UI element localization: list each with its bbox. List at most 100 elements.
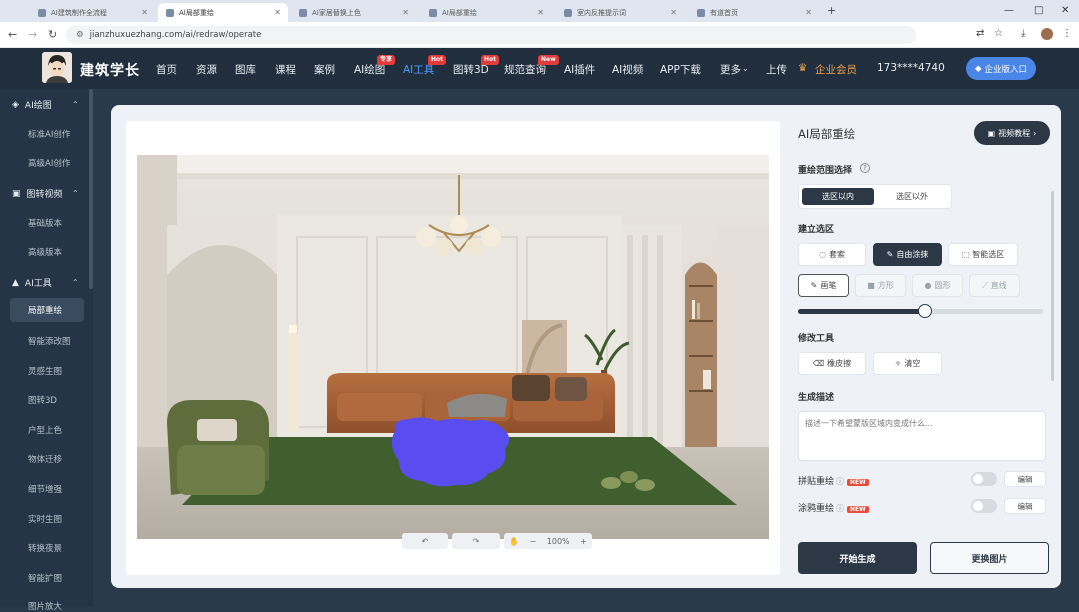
sidebar-item-realtime[interactable]: 实时生图 <box>28 513 62 525</box>
pan-hand-icon[interactable]: ✋ <box>509 537 519 546</box>
generate-button[interactable]: 开始生成 <box>798 542 917 574</box>
sidebar-group-ai-tools[interactable]: ▲ AI工具 ⌃ <box>12 276 82 290</box>
nav-upload[interactable]: 上传 <box>766 62 787 77</box>
room-image[interactable] <box>137 155 769 539</box>
doodle-edit-button[interactable]: 编辑 <box>1004 498 1046 514</box>
video-tutorial-button[interactable]: ▣ 视频教程 › <box>974 121 1050 145</box>
nav-home[interactable]: 首页 <box>156 62 177 77</box>
sidebar-item-object-transfer[interactable]: 物体迁移 <box>28 453 62 465</box>
sidebar-item-image-to-3d[interactable]: 图转3D <box>28 394 57 406</box>
help-icon[interactable]: ⓘ <box>836 504 844 513</box>
zoom-out-icon[interactable]: − <box>530 537 537 546</box>
nav-courses[interactable]: 课程 <box>275 62 296 77</box>
bookmark-star-icon[interactable]: ☆ <box>994 28 1003 39</box>
help-icon[interactable]: ⓘ <box>836 477 844 486</box>
vip-link[interactable]: 企业会员 <box>815 62 857 77</box>
sidebar-scrollbar[interactable] <box>89 89 93 289</box>
editor-canvas[interactable]: ↶ ↷ ✋ − 100% + <box>126 121 780 575</box>
vip-crown-icon: ♛ <box>798 62 808 74</box>
site-info-icon[interactable]: ⚙ <box>76 30 84 40</box>
reload-icon[interactable]: ↻ <box>48 28 57 41</box>
url-field[interactable]: ⚙ jianzhuxuezhang.com/ai/redraw/operate <box>66 26 916 44</box>
nav-more[interactable]: 更多 <box>720 62 741 77</box>
sidebar-item-smart-edit[interactable]: 智能添改图 <box>28 335 71 347</box>
undo-icon[interactable]: ↶ <box>402 533 448 549</box>
sidebar-group-image-to-video[interactable]: ▣ 图转视频 ⌃ <box>12 187 82 201</box>
sidebar-item-basic-version[interactable]: 基础版本 <box>28 217 62 229</box>
sidebar-item-advanced-version[interactable]: 高级版本 <box>28 246 62 258</box>
browser-tab[interactable]: 室内反推提示词 ✕ <box>556 3 684 22</box>
brush-icon: ✎ <box>886 250 894 259</box>
panel-scrollbar[interactable] <box>1051 191 1054 381</box>
browser-tab[interactable]: AI家居替换上色 ✕ <box>291 3 416 22</box>
sidebar-item-detail-enhance[interactable]: 细节增强 <box>28 483 62 495</box>
sidebar-item-upscale[interactable]: 图片放大 <box>28 600 62 612</box>
help-icon[interactable]: ? <box>860 163 870 173</box>
nav-badge: Hot <box>481 55 500 65</box>
smart-select-button[interactable]: ⬚ 智能选区 <box>948 243 1018 266</box>
collage-edit-button[interactable]: 编辑 <box>1004 471 1046 487</box>
forward-icon[interactable]: → <box>28 28 37 41</box>
lasso-button[interactable]: ◌ 套索 <box>798 243 866 266</box>
prompt-input[interactable] <box>798 411 1046 461</box>
scope-inside-button[interactable]: 选区以内 <box>802 188 874 205</box>
browser-tab[interactable]: AI局部重绘 ✕ <box>421 3 551 22</box>
browser-tab[interactable]: AI建筑制作全流程 ✕ <box>30 3 155 22</box>
tab-close-icon[interactable]: ✕ <box>805 8 812 17</box>
tab-close-icon[interactable]: ✕ <box>670 8 677 17</box>
eraser-button[interactable]: ⌫ 橡皮擦 <box>798 352 866 375</box>
nav-app-download[interactable]: APP下载 <box>660 62 701 77</box>
brush-tool-button[interactable]: ✎ 画笔 <box>798 274 849 297</box>
brand-name[interactable]: 建筑学长 <box>80 60 140 80</box>
lasso-icon: ◌ <box>819 250 826 259</box>
sidebar-item-smart-expand[interactable]: 智能扩图 <box>28 572 62 584</box>
sidebar-group-ai-drawing[interactable]: ◈ AI绘图 ⌃ <box>12 98 82 112</box>
sidebar-item-standard-ai[interactable]: 标准AI创作 <box>28 128 70 140</box>
sidebar-item-night-scene[interactable]: 转换夜景 <box>28 542 62 554</box>
rect-tool-button[interactable]: ■ 方形 <box>855 274 906 297</box>
back-icon[interactable]: ← <box>8 28 17 41</box>
translate-icon[interactable]: ⇄ <box>976 28 984 39</box>
browser-tab[interactable]: 有道首页 ✕ <box>689 3 819 22</box>
zoom-in-icon[interactable]: + <box>580 537 587 546</box>
profile-avatar[interactable] <box>1041 28 1053 40</box>
brush-size-handle[interactable] <box>918 304 932 318</box>
nav-gallery[interactable]: 图库 <box>235 62 256 77</box>
replace-image-button[interactable]: 更换图片 <box>930 542 1049 574</box>
doodle-redraw-label: 涂鸦重绘 ⓘ NEW <box>798 501 869 514</box>
free-paint-button[interactable]: ✎ 自由涂抹 <box>873 243 942 266</box>
collage-redraw-toggle[interactable] <box>971 472 997 486</box>
nav-ai-plugins[interactable]: AI插件 <box>564 62 595 77</box>
nav-ai-video[interactable]: AI视频 <box>612 62 643 77</box>
nav-resources[interactable]: 资源 <box>196 62 217 77</box>
sidebar-item-inspiration[interactable]: 灵感生图 <box>28 365 62 377</box>
scope-outside-button[interactable]: 选区以外 <box>876 188 948 205</box>
zoom-toolbar: ↶ ↷ ✋ − 100% + <box>402 531 592 551</box>
tab-close-icon[interactable]: ✕ <box>141 8 148 17</box>
line-tool-button[interactable]: ⟋ 直线 <box>969 274 1020 297</box>
tab-favicon-icon <box>697 8 705 17</box>
sidebar-item-floorplan-color[interactable]: 户型上色 <box>28 424 62 436</box>
clear-button[interactable]: ✧ 清空 <box>873 352 942 375</box>
close-window-icon[interactable]: ✕ <box>1061 5 1069 16</box>
site-header: 建筑学长 首页 资源 图库 课程 案例 AI绘图 专享 AI工具 Hot 图转3… <box>0 48 1079 89</box>
tab-close-icon[interactable]: ✕ <box>402 8 409 17</box>
download-icon[interactable]: ⤓ <box>1021 28 1025 39</box>
nav-cases[interactable]: 案例 <box>314 62 335 77</box>
maximize-icon[interactable]: □ <box>1034 5 1043 16</box>
minimize-icon[interactable]: — <box>1004 5 1014 16</box>
doodle-redraw-toggle[interactable] <box>971 499 997 513</box>
circle-tool-button[interactable]: ● 圆形 <box>912 274 963 297</box>
new-tab-button[interactable]: + <box>827 4 836 17</box>
sidebar-item-local-redraw[interactable]: 局部重绘 <box>10 298 84 322</box>
user-name[interactable]: 173****4740 <box>877 62 945 74</box>
browser-tab-active[interactable]: AI局部重绘 ✕ <box>158 3 288 22</box>
tab-close-icon[interactable]: ✕ <box>537 8 544 17</box>
tab-close-icon[interactable]: ✕ <box>274 8 281 17</box>
redo-icon[interactable]: ↷ <box>452 533 500 549</box>
logo[interactable] <box>42 52 72 83</box>
enterprise-entry-button[interactable]: ◆ 企业版入口 <box>966 57 1036 80</box>
browser-menu-icon[interactable]: ⋮ <box>1062 28 1072 39</box>
sidebar-item-advanced-ai[interactable]: 高级AI创作 <box>28 157 70 169</box>
browser-tab-strip: AI建筑制作全流程 ✕ AI局部重绘 ✕ AI家居替换上色 ✕ AI局部重绘 ✕ 室内反… <box>0 0 1079 22</box>
